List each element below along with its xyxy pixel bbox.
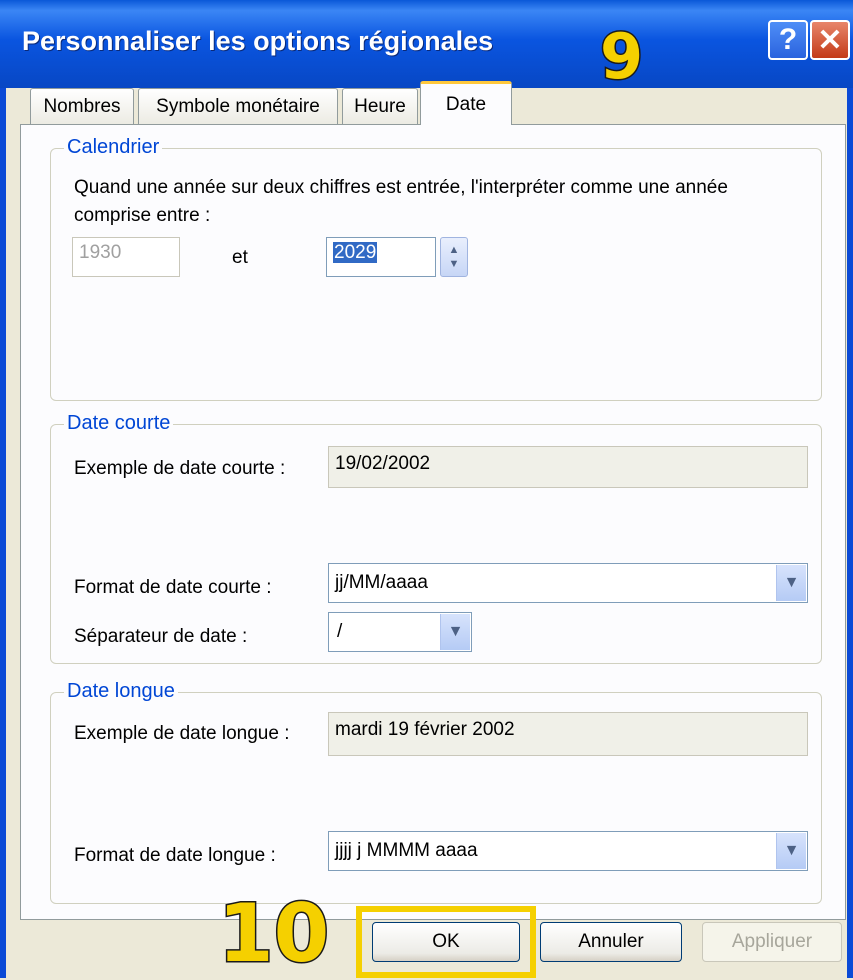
tab-date[interactable]: Date (420, 81, 512, 125)
tab-heure[interactable]: Heure (342, 88, 418, 124)
short-date-format-select[interactable]: jj/MM/aaaa ▼ (328, 563, 808, 603)
window-title: Personnaliser les options régionales (22, 26, 494, 56)
cancel-button[interactable]: Annuler (540, 922, 682, 962)
date-separator-value: / (337, 621, 343, 642)
year-from-input: 1930 (72, 237, 180, 277)
long-date-format-value: jjjj j MMMM aaaa (335, 840, 478, 861)
tab-label: Nombres (43, 95, 121, 117)
long-date-example-label: Exemple de date longue : (74, 723, 290, 744)
chevron-down-icon[interactable]: ▼ (776, 833, 806, 869)
date-separator-select[interactable]: / ▼ (328, 612, 472, 652)
tab-label: Heure (354, 95, 406, 117)
tab-label: Symbole monétaire (156, 95, 320, 117)
window-right-border (847, 88, 853, 978)
long-date-example-value: mardi 19 février 2002 (328, 712, 808, 756)
year-to-input[interactable]: 2029 (326, 237, 436, 277)
tab-label: Date (445, 93, 487, 115)
chevron-down-icon[interactable]: ▼ (776, 565, 806, 601)
step-9-annotation: 9 (598, 20, 644, 93)
short-date-format-label: Format de date courte : (74, 577, 272, 599)
short-date-example-value: 19/02/2002 (328, 446, 808, 488)
long-date-format-label: Format de date longue : (74, 845, 276, 866)
tab-symbole-monetaire[interactable]: Symbole monétaire (138, 88, 338, 124)
step-10-annotation: 10 (216, 887, 330, 980)
close-icon[interactable]: ✕ (810, 20, 850, 60)
chevron-down-icon[interactable]: ▼ (440, 614, 470, 650)
spin-arrows-icon[interactable]: ▲ ▼ (440, 237, 468, 277)
apply-button: Appliquer (702, 922, 842, 962)
ok-highlight-box (356, 906, 536, 978)
short-date-format-value: jj/MM/aaaa (335, 572, 428, 593)
long-date-legend: Date longue (64, 680, 178, 703)
date-separator-label: Séparateur de date : (74, 626, 248, 647)
and-label: et (232, 247, 248, 268)
tab-nombres[interactable]: Nombres (30, 88, 134, 124)
window-left-border (0, 88, 6, 978)
short-date-format-label-text: Format de date courte : (74, 577, 272, 598)
help-icon[interactable]: ? (768, 20, 808, 60)
year-to-value: 2029 (333, 242, 378, 263)
short-date-example-label: Exemple de date courte : (74, 458, 286, 479)
long-date-format-select[interactable]: jjjj j MMMM aaaa ▼ (328, 831, 808, 871)
calendar-description: Quand une année sur deux chiffres est en… (74, 177, 728, 226)
calendar-legend: Calendrier (64, 136, 163, 159)
short-date-legend: Date courte (64, 412, 174, 435)
